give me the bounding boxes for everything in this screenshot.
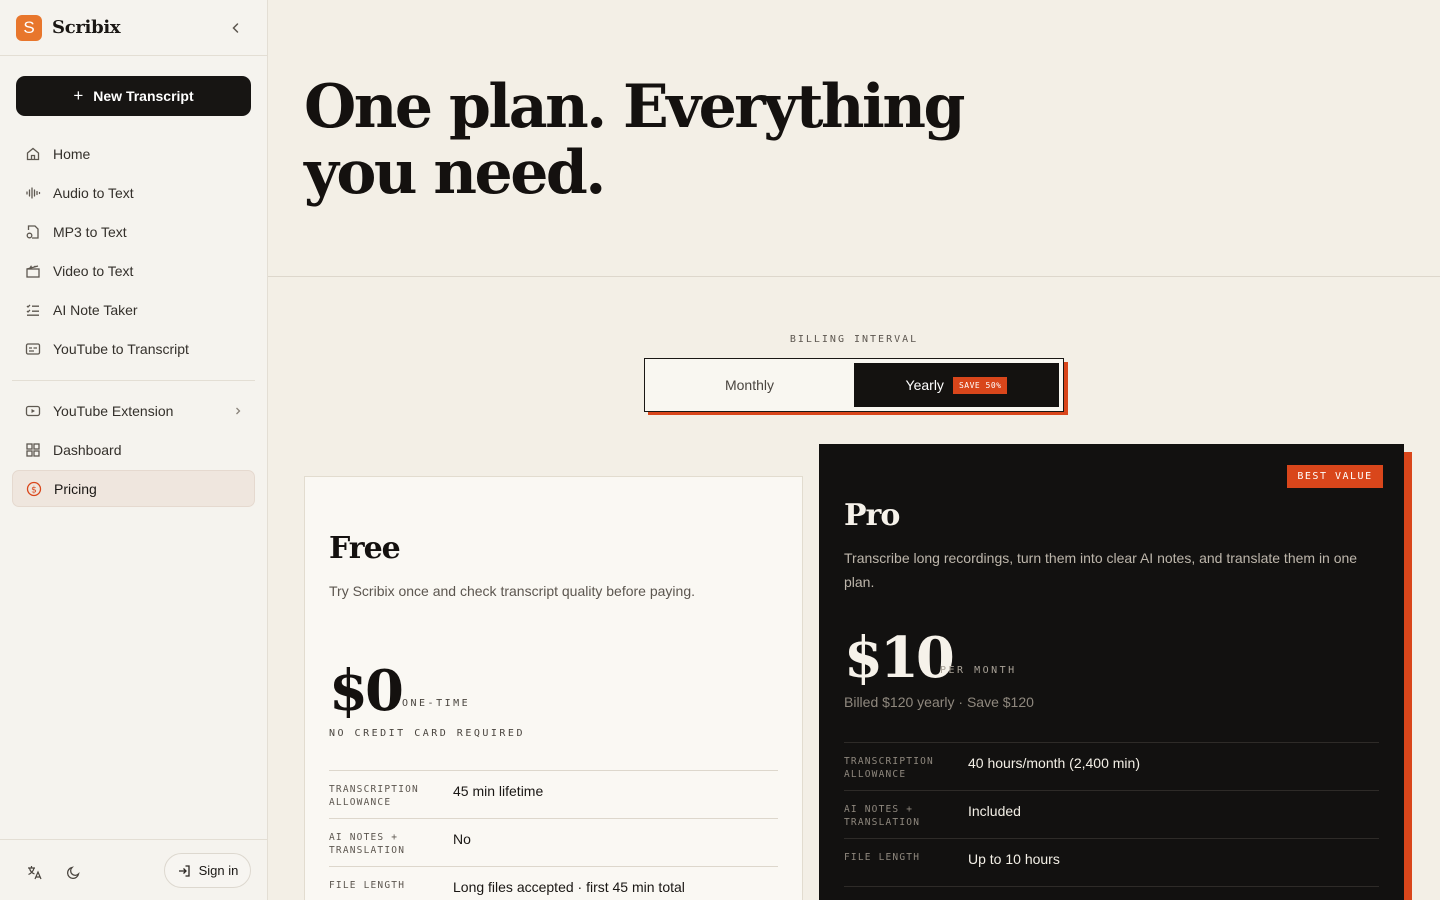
billing-yearly-option[interactable]: Yearly SAVE 50% (854, 363, 1059, 407)
price-unit: PER MONTH (940, 665, 1017, 676)
feature-value: 40 hours/month (2,400 min) (968, 755, 1140, 771)
feature-value: Up to 10 hours (968, 851, 1060, 867)
feature-row: AI NOTES + TRANSLATION No (329, 818, 778, 866)
moon-icon[interactable] (64, 862, 84, 882)
feature-row (844, 886, 1379, 900)
feature-value: Long files accepted · first 45 min total (453, 879, 685, 895)
new-transcript-label: New Transcript (93, 88, 194, 104)
billing-note: Billed $120 yearly · Save $120 (844, 694, 1034, 710)
sign-in-label: Sign in (198, 863, 239, 878)
feature-label: FILE LENGTH (329, 880, 406, 891)
sidebar-item-youtube-to-transcript[interactable]: YouTube to Transcript (12, 330, 255, 367)
billing-yearly-label: Yearly (905, 377, 944, 393)
chevron-right-icon (233, 403, 243, 419)
billing-interval-label: BILLING INTERVAL (789, 334, 919, 345)
dashboard-icon (24, 441, 41, 458)
feature-value: 45 min lifetime (453, 783, 544, 799)
sidebar-item-label: MP3 to Text (53, 223, 127, 240)
sidebar-item-ai-note-taker[interactable]: AI Note Taker (12, 291, 255, 328)
feature-row: AI NOTES + TRANSLATION Included (844, 790, 1379, 838)
sidebar-item-pricing[interactable]: $ Pricing (12, 470, 255, 507)
plan-price: $0 (329, 658, 404, 724)
feature-label: AI NOTES + TRANSLATION (329, 832, 406, 856)
captions-icon (24, 340, 41, 357)
plan-description: Try Scribix once and check transcript qu… (329, 583, 695, 599)
app-name: Scribix (52, 17, 121, 38)
collapse-sidebar-icon[interactable] (226, 18, 246, 38)
dollar-circle-icon: $ (25, 480, 42, 497)
file-audio-icon (24, 223, 41, 240)
billing-monthly-option[interactable]: Monthly (646, 363, 853, 407)
sidebar-item-youtube-extension[interactable]: YouTube Extension (12, 392, 255, 429)
feature-label: TRANSCRIPTION ALLOWANCE (844, 756, 934, 780)
sidebar-item-label: Video to Text (53, 262, 134, 279)
section-divider (268, 276, 1440, 277)
clapperboard-icon (24, 262, 41, 279)
plan-name: Pro (844, 498, 900, 533)
sidebar-item-home[interactable]: Home (12, 135, 255, 172)
sidebar: S Scribix + New Transcript Home Audio to… (0, 0, 268, 900)
feature-row: TRANSCRIPTION ALLOWANCE 40 hours/month (… (844, 742, 1379, 790)
page-title: One plan. Everything you need. (304, 72, 965, 208)
youtube-icon (24, 402, 41, 419)
sidebar-item-video-to-text[interactable]: Video to Text (12, 252, 255, 289)
feature-value: No (453, 831, 471, 847)
nav-secondary: YouTube Extension Dashboard $ Pricing (12, 392, 255, 509)
logo: S (16, 14, 42, 41)
main-content: One plan. Everything you need. BILLING I… (268, 0, 1440, 900)
plan-name: Free (329, 531, 401, 566)
feature-label: FILE LENGTH (844, 852, 921, 863)
feature-label: TRANSCRIPTION ALLOWANCE (329, 784, 419, 808)
plan-description: Transcribe long recordings, turn them in… (844, 550, 1358, 590)
save-badge: SAVE 50% (952, 376, 1008, 394)
price-unit: ONE-TIME (402, 698, 471, 709)
best-value-badge: BEST VALUE (1287, 465, 1383, 488)
sidebar-item-label: Pricing (54, 480, 97, 497)
feature-row: FILE LENGTH Up to 10 hours (844, 838, 1379, 886)
plan-card-free: Free Try Scribix once and check transcri… (304, 476, 803, 900)
sidebar-divider (12, 380, 255, 381)
sidebar-footer: Sign in (0, 839, 268, 900)
language-icon[interactable] (24, 862, 44, 882)
billing-toggle: Monthly Yearly SAVE 50% (644, 358, 1064, 412)
sign-in-icon (178, 864, 190, 877)
plan-note: NO CREDIT CARD REQUIRED (329, 728, 525, 739)
new-transcript-button[interactable]: + New Transcript (16, 76, 251, 116)
sidebar-item-label: YouTube Extension (53, 402, 174, 419)
sidebar-item-dashboard[interactable]: Dashboard (12, 431, 255, 468)
sidebar-item-label: Dashboard (53, 441, 122, 458)
sidebar-item-audio-to-text[interactable]: Audio to Text (12, 174, 255, 211)
sidebar-item-mp3-to-text[interactable]: MP3 to Text (12, 213, 255, 250)
feature-row: TRANSCRIPTION ALLOWANCE 45 min lifetime (329, 770, 778, 818)
sidebar-item-label: YouTube to Transcript (53, 340, 189, 357)
feature-row: FILE LENGTH Long files accepted · first … (329, 866, 778, 900)
plan-price: $10 (844, 625, 955, 691)
feature-label: AI NOTES + TRANSLATION (844, 804, 921, 828)
sidebar-item-label: Home (53, 145, 91, 162)
sidebar-item-label: AI Note Taker (53, 301, 138, 318)
audio-wave-icon (24, 184, 41, 201)
nav-primary: Home Audio to Text MP3 to Text Video to … (12, 135, 255, 369)
plan-card-pro: BEST VALUE Pro Transcribe long recording… (819, 444, 1404, 900)
svg-text:$: $ (31, 485, 37, 495)
sign-in-button[interactable]: Sign in (164, 853, 251, 888)
feature-value: Included (968, 803, 1021, 819)
plus-icon: + (73, 86, 84, 105)
list-checks-icon (24, 301, 41, 318)
sidebar-item-label: Audio to Text (53, 184, 134, 201)
home-icon (24, 145, 41, 162)
